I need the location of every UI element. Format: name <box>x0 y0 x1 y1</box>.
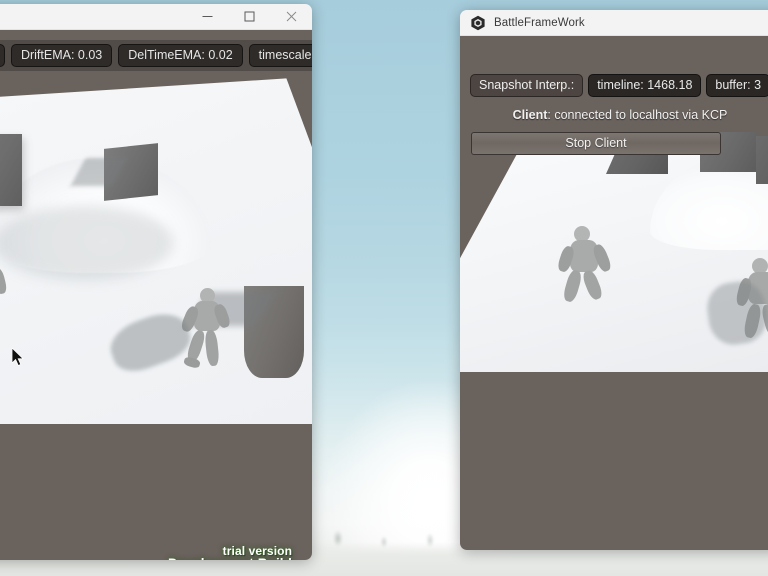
minimize-icon <box>202 16 212 17</box>
left-window-titlebar[interactable] <box>0 4 312 30</box>
timeline-value: timeline: 1468.18 <box>588 74 702 97</box>
minimize-button[interactable] <box>186 4 228 30</box>
buffer-value: buffer: 3 <box>706 74 768 97</box>
deltime-ema-button[interactable]: DelTimeEMA: 0.02 <box>118 43 243 68</box>
stop-client-button[interactable]: Stop Client <box>471 132 721 155</box>
timescale-button[interactable]: timescale <box>248 43 312 68</box>
mouse-pointer <box>12 348 24 367</box>
maximize-icon <box>244 11 254 22</box>
right-game-viewport[interactable]: Snapshot Interp.: timeline: 1468.18 buff… <box>460 36 768 550</box>
unity-icon <box>470 15 486 31</box>
right-game-window[interactable]: BattleFrameWork Snapshot Interp.: timeli… <box>460 10 768 550</box>
client-status-line: Client: connected to localhost via KCP <box>460 108 768 122</box>
snapshot-interp-label: Snapshot Interp.: <box>470 74 584 97</box>
close-icon <box>286 11 296 22</box>
partial-stat-button[interactable]: 2 <box>0 43 5 68</box>
right-window-title: BattleFrameWork <box>494 16 585 29</box>
left-game-window[interactable]: 2 DriftEMA: 0.03 DelTimeEMA: 0.02 timesc… <box>0 4 312 560</box>
watermark-development-build: Development Build <box>168 557 292 560</box>
snapshot-interp-row[interactable]: Snapshot Interp.: timeline: 1468.18 buff… <box>470 74 768 97</box>
maximize-button[interactable] <box>228 4 270 30</box>
left-scene-character-1 <box>0 252 10 324</box>
left-gui-toolbar[interactable]: 2 DriftEMA: 0.03 DelTimeEMA: 0.02 timesc… <box>0 40 312 71</box>
right-scene-character-1 <box>556 226 616 308</box>
client-status-prefix: Client <box>512 108 548 122</box>
drift-ema-button[interactable]: DriftEMA: 0.03 <box>10 43 113 68</box>
close-button[interactable] <box>270 4 312 30</box>
development-build-watermark: trial version Development Build <box>168 545 292 560</box>
left-scene-dome-shadow <box>0 206 174 280</box>
left-scene-character-2 <box>179 288 232 374</box>
left-scene-cube-left <box>0 134 22 206</box>
left-game-viewport[interactable]: 2 DriftEMA: 0.03 DelTimeEMA: 0.02 timesc… <box>0 30 312 560</box>
left-window-controls <box>186 4 312 30</box>
client-status-text: : connected to localhost via KCP <box>547 108 728 122</box>
right-window-titlebar[interactable]: BattleFrameWork <box>460 10 768 36</box>
right-scene-cube-c <box>756 136 768 184</box>
